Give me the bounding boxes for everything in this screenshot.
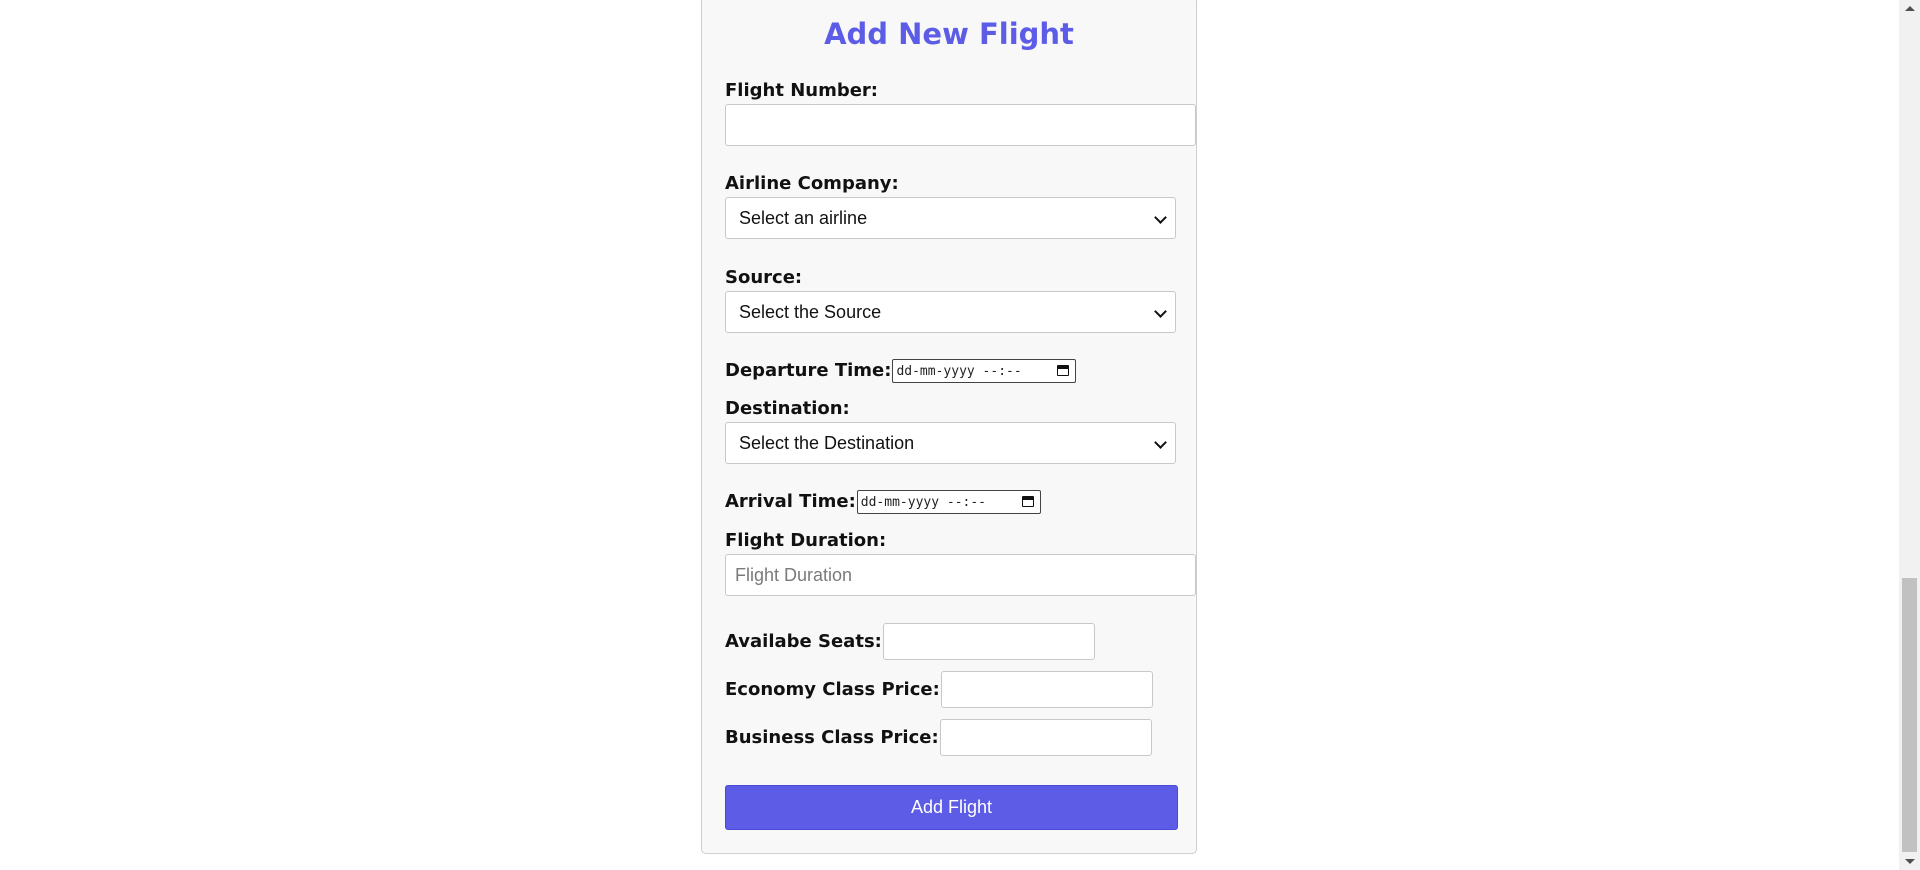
scrollbar-thumb[interactable] — [1902, 578, 1917, 852]
departure-time-input[interactable]: dd-mm-yyyy --:-- — [892, 359, 1077, 383]
destination-selected-value: Select the Destination — [739, 432, 915, 453]
departure-row: Departure Time: dd-mm-yyyy --:-- — [725, 359, 1077, 383]
destination-select[interactable]: Select the Destination — [725, 422, 1176, 464]
available-seats-input[interactable] — [882, 623, 1095, 660]
add-flight-form: Add New Flight Flight Number: Airline Co… — [701, 0, 1197, 854]
calendar-icon[interactable] — [1057, 365, 1070, 376]
business-price-input[interactable] — [939, 719, 1152, 756]
destination-label: Destination: — [725, 398, 850, 419]
source-selected-value: Select the Source — [739, 301, 882, 322]
scroll-down-arrow-icon[interactable] — [1905, 859, 1915, 864]
flight-number-input[interactable] — [725, 104, 1196, 146]
add-flight-button[interactable]: Add Flight — [725, 785, 1178, 830]
source-label: Source: — [725, 267, 803, 288]
economy-row: Economy Class Price: — [725, 671, 1153, 708]
business-price-label: Business Class Price: — [725, 726, 939, 748]
calendar-icon[interactable] — [1021, 496, 1034, 507]
flight-number-label: Flight Number: — [725, 80, 879, 101]
airline-label: Airline Company: — [725, 173, 899, 194]
form-title: Add New Flight — [824, 17, 1074, 51]
departure-time-value: dd-mm-yyyy --:-- — [896, 363, 1022, 379]
scroll-up-arrow-icon[interactable] — [1905, 6, 1915, 11]
page-scrollbar[interactable] — [1899, 0, 1920, 870]
source-select[interactable]: Select the Source — [725, 291, 1176, 333]
chevron-down-icon — [1154, 211, 1167, 224]
business-row: Business Class Price: — [725, 719, 1152, 756]
chevron-down-icon — [1154, 305, 1167, 318]
arrival-time-input[interactable]: dd-mm-yyyy --:-- — [856, 490, 1041, 514]
economy-price-label: Economy Class Price: — [725, 678, 940, 700]
airline-selected-value: Select an airline — [739, 207, 868, 228]
flight-duration-label: Flight Duration: — [725, 530, 887, 551]
seats-row: Availabe Seats: — [725, 623, 1095, 660]
available-seats-label: Availabe Seats: — [725, 630, 882, 652]
flight-duration-input[interactable] — [725, 554, 1196, 596]
departure-time-label: Departure Time: — [725, 360, 892, 381]
arrival-row: Arrival Time: dd-mm-yyyy --:-- — [725, 490, 1041, 514]
chevron-down-icon — [1154, 436, 1167, 449]
economy-price-input[interactable] — [940, 671, 1153, 708]
arrival-time-label: Arrival Time: — [725, 491, 856, 512]
airline-select[interactable]: Select an airline — [725, 197, 1176, 239]
arrival-time-value: dd-mm-yyyy --:-- — [860, 494, 987, 510]
